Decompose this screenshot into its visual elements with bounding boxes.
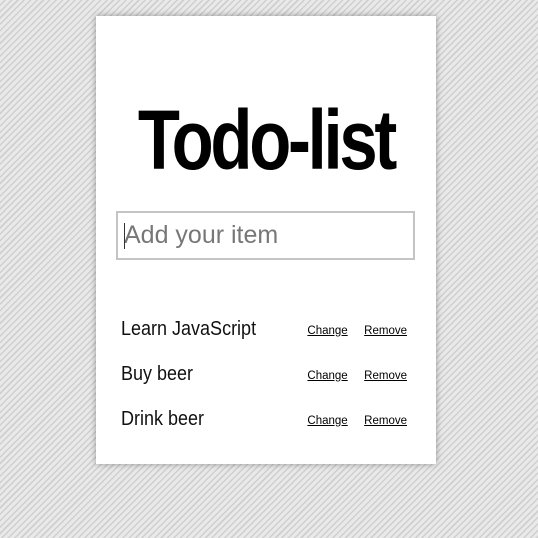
page-title: Todo-list: [137, 93, 397, 187]
add-item-field-wrapper: [116, 211, 415, 260]
remove-link[interactable]: Remove: [364, 415, 407, 427]
text-caret: [124, 223, 125, 249]
list-item: Drink beer Change Remove: [121, 398, 411, 443]
item-text: Learn JavaScript: [121, 318, 257, 340]
item-actions: Change Remove: [295, 411, 407, 429]
change-link[interactable]: Change: [307, 325, 347, 337]
remove-link[interactable]: Remove: [364, 370, 407, 382]
list-item: Learn JavaScript Change Remove: [121, 308, 411, 353]
item-actions: Change Remove: [295, 321, 407, 339]
item-text: Drink beer: [121, 408, 205, 430]
remove-link[interactable]: Remove: [364, 325, 407, 337]
list-item: Buy beer Change Remove: [121, 353, 411, 398]
todo-card: Todo-list Learn JavaScript Change Remove…: [96, 16, 436, 464]
change-link[interactable]: Change: [307, 370, 347, 382]
todo-list: Learn JavaScript Change Remove Buy beer …: [121, 308, 411, 443]
add-item-input[interactable]: [118, 213, 413, 258]
item-actions: Change Remove: [295, 366, 407, 384]
item-text: Buy beer: [121, 363, 194, 385]
change-link[interactable]: Change: [307, 415, 347, 427]
